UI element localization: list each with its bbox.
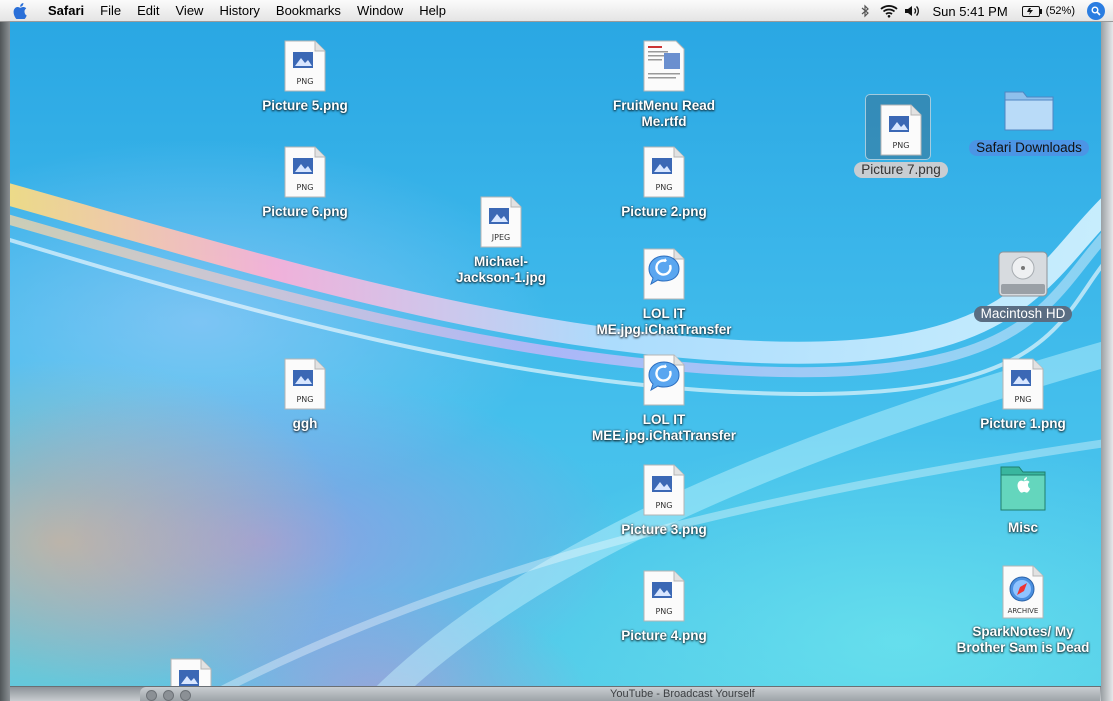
png-badge: PNG: [1014, 395, 1031, 404]
png-file-icon: PNG: [636, 566, 692, 626]
file-picture-5[interactable]: PNG Picture 5.png: [230, 36, 380, 114]
window-frame-right: [1101, 22, 1113, 701]
jpeg-file-icon: JPEG: [473, 192, 529, 252]
file-lol-it-me[interactable]: LOL IT ME.jpg.iChatTransfer: [589, 244, 739, 338]
icon-label: LOL IT ME.jpg.iChatTransfer: [596, 306, 732, 337]
png-badge: PNG: [296, 395, 313, 404]
file-picture-3[interactable]: PNG Picture 3.png: [589, 460, 739, 538]
file-picture-2[interactable]: PNG Picture 2.png: [589, 142, 739, 220]
battery-icon: [1021, 5, 1042, 17]
icon-label: Picture 5.png: [262, 98, 348, 113]
icon-label: Picture 2.png: [621, 204, 707, 219]
png-file-icon: PNG: [865, 94, 931, 160]
folder-icon: [1001, 78, 1057, 138]
menu-edit[interactable]: Edit: [129, 0, 167, 22]
menu-file[interactable]: File: [92, 0, 129, 22]
icon-label: Picture 7.png: [854, 162, 948, 178]
menu-bookmarks[interactable]: Bookmarks: [268, 0, 349, 22]
zoom-button[interactable]: [180, 690, 191, 701]
file-fruitmenu-readme[interactable]: FruitMenu Read Me.rtfd: [589, 36, 739, 130]
icon-label: Macintosh HD: [973, 306, 1073, 322]
menu-view[interactable]: View: [168, 0, 212, 22]
drive-macintosh-hd[interactable]: Macintosh HD: [948, 244, 1098, 322]
file-picture-1[interactable]: PNG Picture 1.png: [948, 354, 1098, 432]
icon-label: Michael- Jackson-1.jpg: [455, 254, 547, 285]
menu-window[interactable]: Window: [349, 0, 411, 22]
window-title: YouTube - Broadcast Yourself: [610, 688, 755, 700]
file-sparknotes[interactable]: ARCHIVE SparkNotes/ My Brother Sam is Dea…: [948, 562, 1098, 656]
window-controls: [146, 690, 191, 701]
file-michael-jackson[interactable]: JPEG Michael- Jackson-1.jpg: [426, 192, 576, 286]
file-lol-it-mee[interactable]: LOL IT MEE.jpg.iChatTransfer: [589, 350, 739, 444]
menu-bar: Safari File Edit View History Bookmarks …: [0, 0, 1113, 22]
bluetooth-icon[interactable]: [855, 0, 875, 22]
close-button[interactable]: [146, 690, 157, 701]
archive-badge: ARCHIVE: [1008, 607, 1039, 615]
png-badge: PNG: [655, 607, 672, 616]
hard-drive-icon: [995, 244, 1051, 304]
menu-clock[interactable]: Sun 5:41 PM: [925, 4, 1016, 19]
folder-misc[interactable]: Misc: [948, 458, 1098, 536]
icon-label: Safari Downloads: [969, 140, 1089, 156]
icon-label: Picture 4.png: [621, 628, 707, 643]
icon-label: FruitMenu Read Me.rtfd: [612, 98, 715, 129]
menu-help[interactable]: Help: [411, 0, 454, 22]
ichat-transfer-icon: [636, 350, 692, 410]
icon-label: Picture 1.png: [980, 416, 1066, 431]
archive-file-icon: ARCHIVE: [995, 562, 1051, 622]
window-frame-left: [0, 22, 10, 701]
icon-label: ggh: [292, 416, 318, 431]
png-file-icon: PNG: [995, 354, 1051, 414]
rtfd-document-icon: [636, 36, 692, 96]
battery-status[interactable]: (52%): [1016, 5, 1081, 17]
volume-icon[interactable]: [903, 0, 923, 22]
png-file-icon: PNG: [636, 460, 692, 520]
menu-safari[interactable]: Safari: [40, 0, 92, 22]
wifi-icon[interactable]: [879, 0, 899, 22]
png-file-icon: PNG: [277, 354, 333, 414]
ichat-transfer-icon: [636, 244, 692, 304]
png-badge: PNG: [296, 77, 313, 86]
spotlight-icon[interactable]: [1087, 2, 1105, 20]
png-file-icon: PNG: [277, 36, 333, 96]
desktop[interactable]: PNG Picture 5.png PNG Picture 6.png PNG …: [0, 22, 1113, 701]
file-ggh[interactable]: PNG ggh: [230, 354, 380, 432]
png-file-icon: PNG: [277, 142, 333, 202]
apple-menu-icon[interactable]: [12, 2, 28, 19]
icon-label: Picture 6.png: [262, 204, 348, 219]
png-badge: PNG: [655, 183, 672, 192]
icon-label: Picture 3.png: [621, 522, 707, 537]
icon-label: SparkNotes/ My Brother Sam is Dead: [956, 624, 1090, 655]
png-badge: PNG: [655, 501, 672, 510]
icon-label: Misc: [1007, 520, 1038, 535]
png-badge: PNG: [296, 183, 313, 192]
png-badge: PNG: [892, 141, 909, 150]
jpeg-badge: JPEG: [491, 233, 510, 242]
file-picture-6[interactable]: PNG Picture 6.png: [230, 142, 380, 220]
menu-history[interactable]: History: [211, 0, 267, 22]
minimize-button[interactable]: [163, 690, 174, 701]
png-file-icon: PNG: [636, 142, 692, 202]
icon-label: LOL IT MEE.jpg.iChatTransfer: [591, 412, 737, 443]
battery-percent: (52%): [1045, 5, 1075, 17]
background-window-titlebar[interactable]: YouTube - Broadcast Yourself: [140, 687, 1100, 701]
apple-folder-icon: [995, 458, 1051, 518]
folder-safari-downloads[interactable]: Safari Downloads: [954, 78, 1104, 156]
file-picture-4[interactable]: PNG Picture 4.png: [589, 566, 739, 644]
